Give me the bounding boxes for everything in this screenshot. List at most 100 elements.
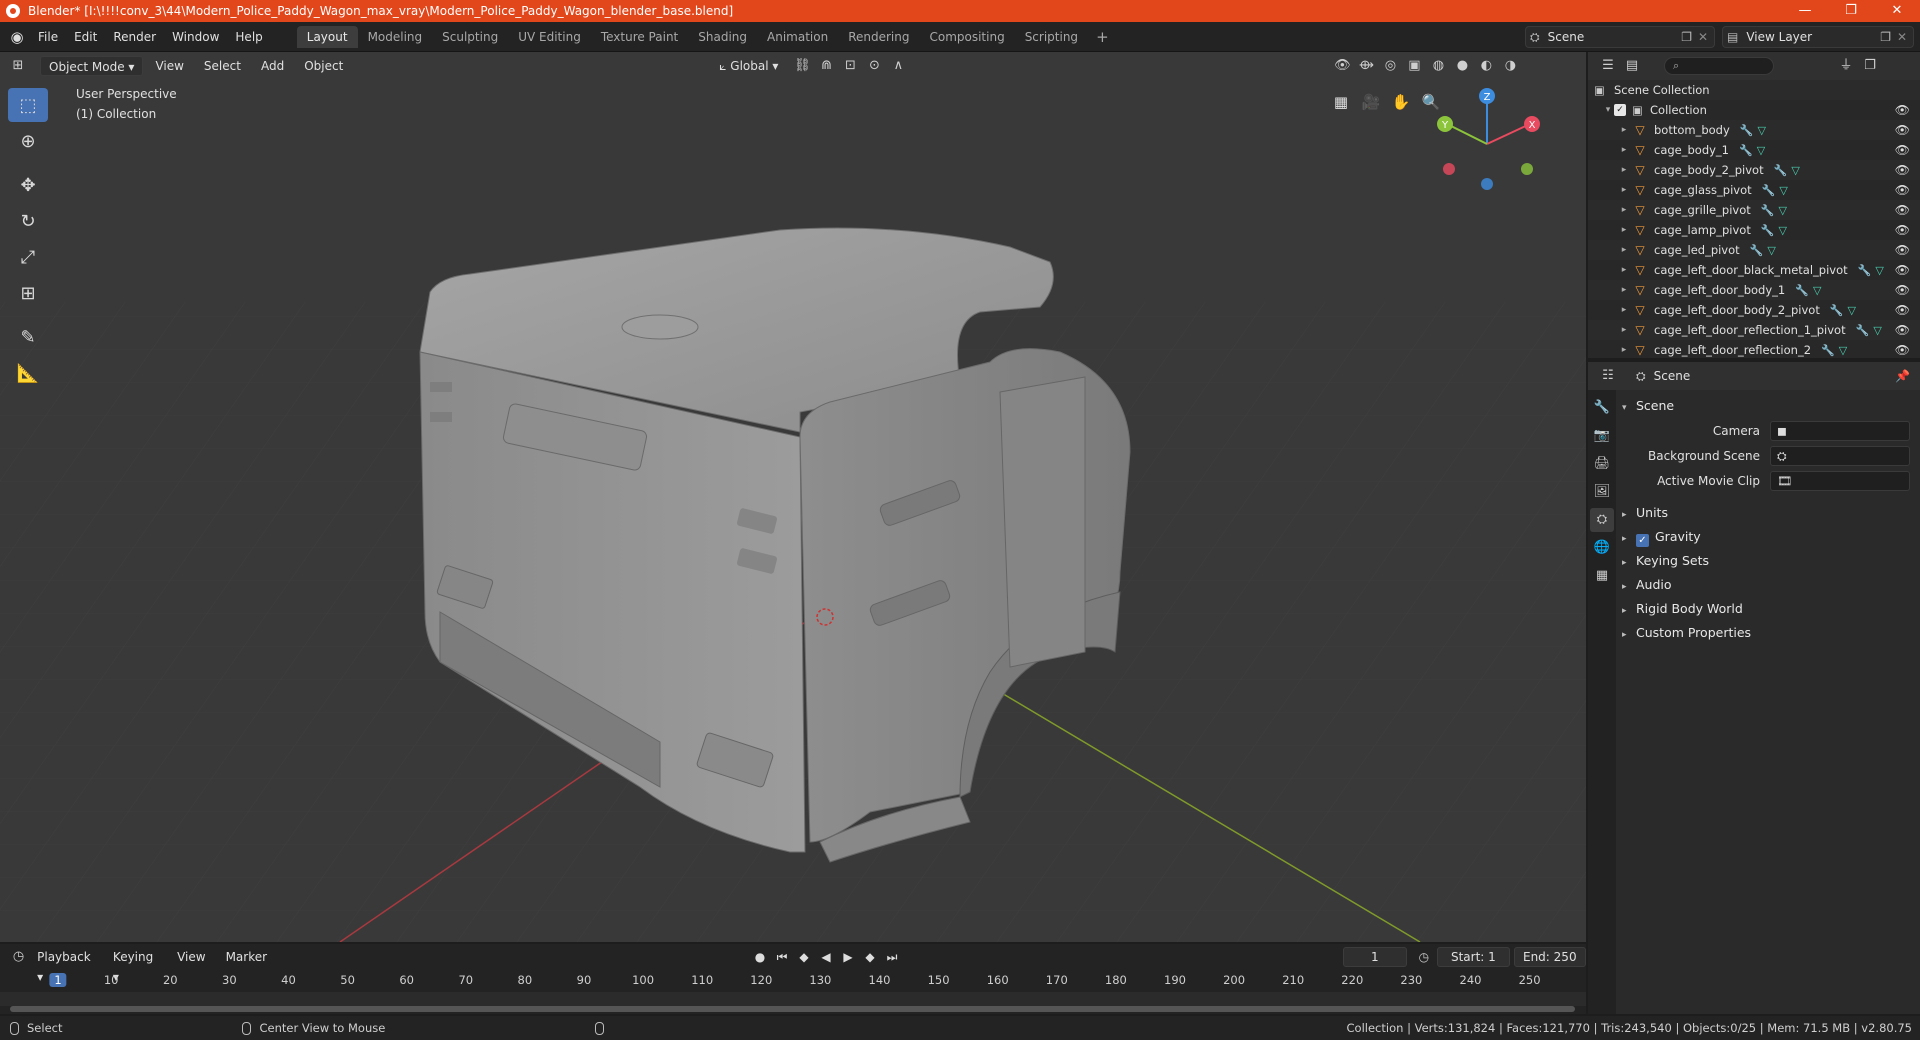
menu-add[interactable]: Add [253, 56, 292, 76]
menu-keying[interactable]: Keying ▾ [105, 947, 165, 984]
timeline-ruler[interactable]: 1 10 20 30 40 50 60 70 80 90 100 110 120 130 140 150 160… [0, 972, 1586, 992]
panel-scene-header[interactable]: ▾ Scene [1622, 394, 1914, 418]
modifier-icon[interactable]: 🔧 [1795, 284, 1809, 297]
eye-icon[interactable]: 👁 [1895, 103, 1910, 117]
transform-icon[interactable]: ⊞ [8, 276, 48, 310]
mesh-data-icon[interactable]: ▽ [1779, 224, 1787, 237]
new-view-layer-icon[interactable]: ❐ [1880, 30, 1891, 44]
tab-uv-editing[interactable]: UV Editing [508, 26, 591, 48]
rendered-shading-icon[interactable]: ◑ [1498, 56, 1522, 76]
modifier-icon[interactable]: 🔧 [1858, 264, 1872, 277]
menu-object[interactable]: Object [296, 56, 351, 76]
modifier-icon[interactable]: 🔧 [1761, 204, 1775, 217]
output-tab-icon[interactable]: 🖨 [1590, 452, 1614, 476]
next-keyframe-icon[interactable]: ◆ [859, 950, 881, 965]
snap-icon[interactable]: ⋒ [814, 56, 838, 76]
view-layer-selector[interactable]: ▤ View Layer ❐ ✕ [1722, 26, 1914, 48]
start-frame-field[interactable]: Start: 1 [1437, 947, 1510, 967]
wireframe-shading-icon[interactable]: ◍ [1426, 56, 1450, 76]
filter-icon[interactable]: ⏚ [1834, 56, 1858, 76]
collection-checkbox[interactable]: ✓ [1614, 104, 1626, 116]
add-workspace-icon[interactable]: + [1088, 28, 1117, 46]
play-icon[interactable]: ▶ [837, 950, 859, 965]
modifier-icon[interactable]: 🔧 [1750, 244, 1764, 257]
expand-icon[interactable]: ▸ [1618, 185, 1630, 195]
expand-icon[interactable]: ▸ [1618, 325, 1630, 335]
editor-type-icon[interactable]: ⊞ [6, 56, 30, 76]
expand-icon[interactable]: ▸ [1618, 125, 1630, 135]
mesh-data-icon[interactable]: ▽ [1758, 124, 1766, 137]
new-scene-icon[interactable]: ❐ [1681, 30, 1692, 44]
expand-icon[interactable]: ▸ [1618, 225, 1630, 235]
modifier-icon[interactable]: 🔧 [1856, 324, 1870, 337]
navigation-gizmo[interactable]: Z X Y [1412, 84, 1562, 204]
menu-render[interactable]: Render [105, 22, 164, 52]
xray-icon[interactable]: ▣ [1402, 56, 1426, 76]
visibility-icon[interactable]: 👁 [1330, 56, 1354, 76]
outliner-object-row[interactable]: ▸ ▽ cage_left_door_body_2_pivot 🔧 ▽ 👁 [1588, 300, 1920, 320]
panel-units[interactable]: ▸ Units [1622, 501, 1914, 525]
eye-icon[interactable]: 👁 [1895, 203, 1910, 217]
eye-icon[interactable]: 👁 [1895, 223, 1910, 237]
tree-item-scene-collection[interactable]: ▣ Scene Collection [1588, 80, 1920, 100]
annotate-icon[interactable]: ✎ [8, 320, 48, 354]
tab-rendering[interactable]: Rendering [838, 26, 919, 48]
mode-dropdown[interactable]: Object Mode ▾ [40, 56, 144, 76]
remove-view-layer-icon[interactable]: ✕ [1897, 30, 1907, 44]
eye-icon[interactable]: 👁 [1895, 323, 1910, 337]
material-shading-icon[interactable]: ◐ [1474, 56, 1498, 76]
render-tab-icon[interactable]: 📷 [1590, 424, 1614, 448]
proportional-edit-icon[interactable]: ⊙ [862, 56, 886, 76]
panel-audio[interactable]: ▸ Audio [1622, 573, 1914, 597]
tab-compositing[interactable]: Compositing [919, 26, 1014, 48]
display-mode-icon[interactable]: ▤ [1620, 56, 1644, 76]
texture-tab-icon[interactable]: ▦ [1590, 564, 1614, 588]
gizmo-toggle-icon[interactable]: ⟴ [1354, 56, 1378, 76]
menu-help[interactable]: Help [227, 22, 270, 52]
movie-clip-input[interactable]: 🎞 [1770, 470, 1910, 491]
rotate-icon[interactable]: ↻ [8, 204, 48, 238]
timeline-scrollbar[interactable] [10, 1006, 1575, 1012]
gravity-checkbox[interactable]: ✓ [1636, 534, 1649, 547]
outliner-object-row[interactable]: ▸ ▽ cage_left_door_reflection_1_pivot 🔧 ▽ 👁 [1588, 320, 1920, 340]
mesh-data-icon[interactable]: ▽ [1813, 284, 1821, 297]
expand-icon[interactable]: ▸ [1618, 285, 1630, 295]
jump-end-icon[interactable]: ⏭ [881, 950, 903, 965]
menu-view[interactable]: View [147, 56, 191, 76]
mesh-data-icon[interactable]: ▽ [1791, 164, 1799, 177]
tab-shading[interactable]: Shading [688, 26, 757, 48]
expand-icon[interactable]: ▸ [1618, 305, 1630, 315]
eye-icon[interactable]: 👁 [1895, 303, 1910, 317]
measure-icon[interactable]: 📐 [8, 356, 48, 390]
world-tab-icon[interactable]: 🌐 [1590, 536, 1614, 560]
outliner-object-row[interactable]: ▸ ▽ cage_grille_pivot 🔧 ▽ 👁 [1588, 200, 1920, 220]
panel-rigid-body-world[interactable]: ▸ Rigid Body World [1622, 597, 1914, 621]
outliner-object-row[interactable]: ▸ ▽ cage_body_1 🔧 ▽ 👁 [1588, 140, 1920, 160]
expand-icon[interactable]: ▸ [1618, 145, 1630, 155]
move-icon[interactable]: ✥ [8, 168, 48, 202]
jump-start-icon[interactable]: ⏮ [771, 950, 793, 965]
background-scene-input[interactable]: ⛭ [1770, 445, 1910, 466]
cursor-icon[interactable]: ⊕ [8, 124, 48, 158]
outliner-object-row[interactable]: ▸ ▽ cage_led_pivot 🔧 ▽ 👁 [1588, 240, 1920, 260]
mesh-data-icon[interactable]: ▽ [1757, 144, 1765, 157]
mesh-data-icon[interactable]: ▽ [1779, 184, 1787, 197]
expand-icon[interactable]: ▸ [1618, 265, 1630, 275]
menu-file[interactable]: File [30, 22, 66, 52]
eye-icon[interactable]: 👁 [1895, 343, 1910, 357]
mesh-data-icon[interactable]: ▽ [1873, 324, 1881, 337]
remove-scene-icon[interactable]: ✕ [1698, 30, 1708, 44]
eye-icon[interactable]: 👁 [1895, 123, 1910, 137]
eye-icon[interactable]: 👁 [1895, 183, 1910, 197]
expand-icon[interactable]: ▸ [1618, 205, 1630, 215]
outliner-object-row[interactable]: ▸ ▽ cage_lamp_pivot 🔧 ▽ 👁 [1588, 220, 1920, 240]
eye-icon[interactable]: 👁 [1895, 263, 1910, 277]
outliner-editor-icon[interactable]: ☰ [1596, 56, 1620, 76]
pin-icon[interactable]: 📌 [1895, 369, 1910, 383]
clock-icon[interactable]: ◷ [1419, 950, 1429, 964]
mesh-data-icon[interactable]: ▽ [1875, 264, 1883, 277]
tree-item-collection[interactable]: ▾ ✓ ▣ Collection 👁 [1588, 100, 1920, 120]
mesh-data-icon[interactable]: ▽ [1848, 304, 1856, 317]
menu-select[interactable]: Select [196, 56, 249, 76]
tab-layout[interactable]: Layout [296, 25, 358, 48]
